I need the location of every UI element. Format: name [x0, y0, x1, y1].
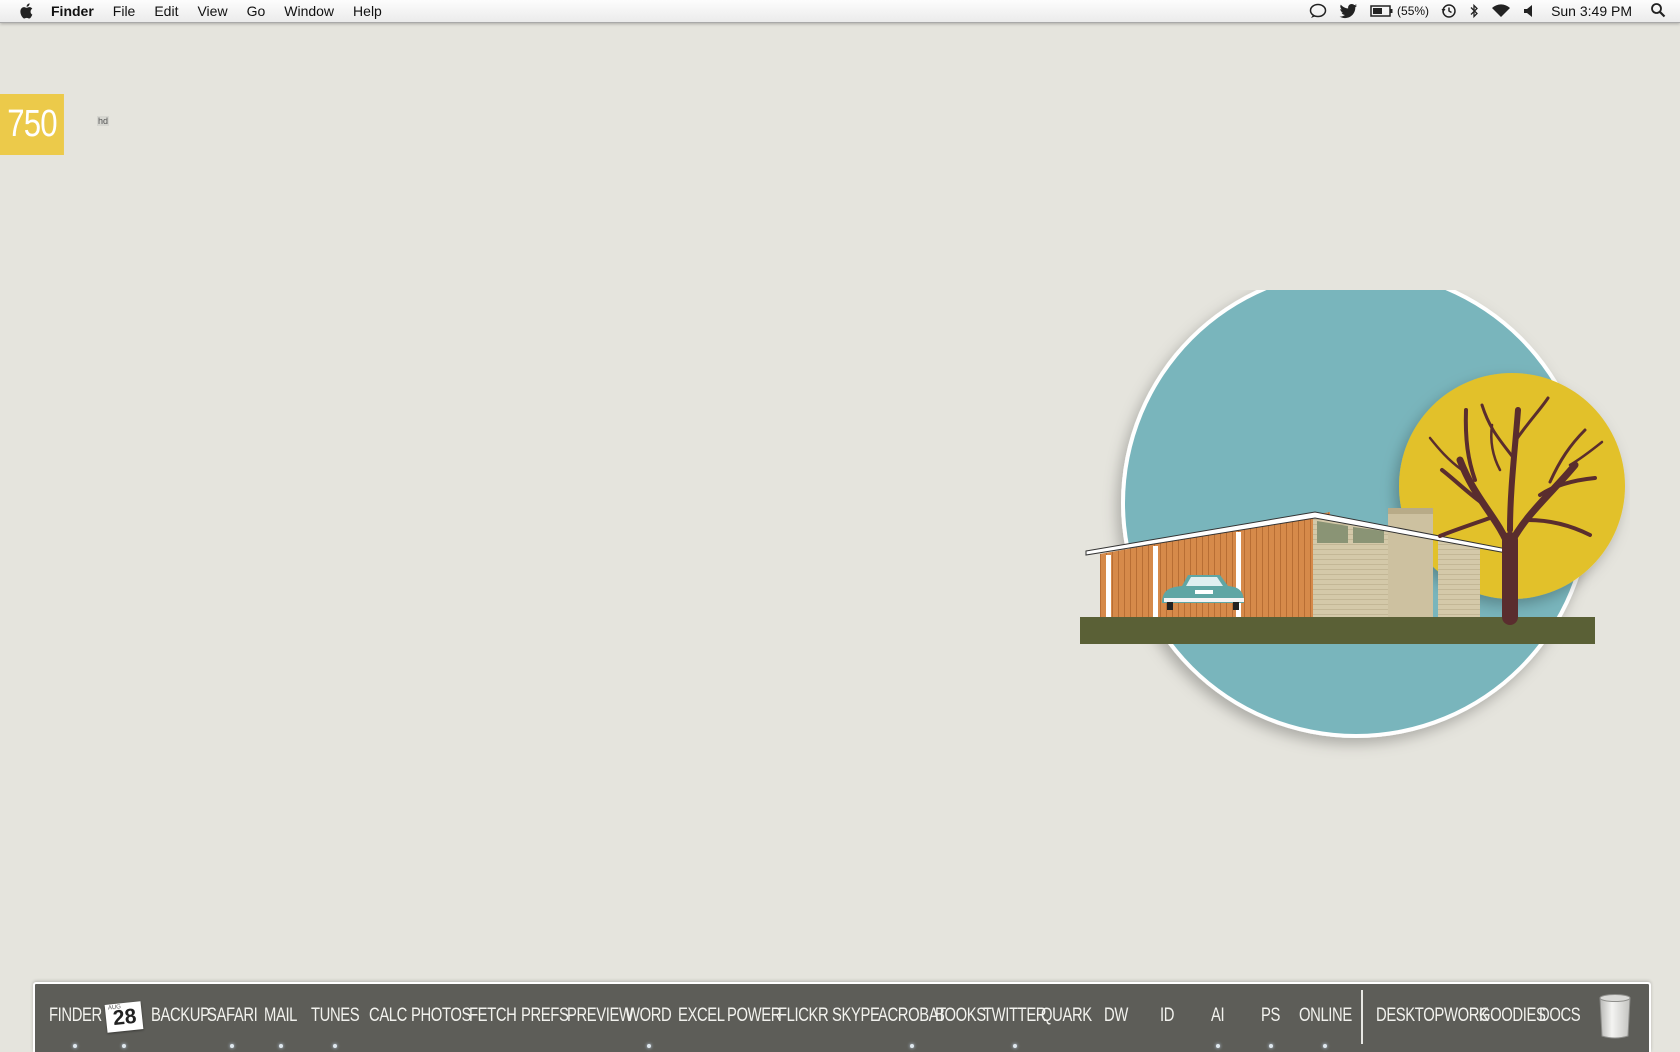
calendar-day: 28: [111, 1004, 138, 1031]
dock-item-dw[interactable]: DW: [1104, 1005, 1128, 1027]
dock-item-prefs[interactable]: PREFS: [521, 1005, 569, 1027]
dock-item-power[interactable]: POWER: [727, 1005, 781, 1027]
dock-item-books[interactable]: BOOKS: [935, 1005, 986, 1027]
menu-bar: Finder File Edit View Go Window Help (55…: [0, 0, 1680, 23]
dock-item-excel[interactable]: EXCEL: [678, 1005, 725, 1027]
bluetooth-icon[interactable]: [1469, 3, 1479, 19]
running-indicator-dot: [646, 1044, 651, 1048]
menu-window[interactable]: Window: [284, 3, 334, 19]
running-indicator-dot: [1012, 1044, 1017, 1048]
dock-separator[interactable]: [1361, 990, 1363, 1044]
dock: FINDER AUG 28 BACKUP SAFARI MAIL TUNES C…: [33, 982, 1651, 1052]
running-indicator-dot: [278, 1044, 283, 1048]
trash-can-icon[interactable]: [1597, 992, 1633, 1040]
dock-item-twitter[interactable]: TWITTER: [983, 1005, 1047, 1027]
dock-item-ps[interactable]: PS: [1261, 1005, 1280, 1027]
dock-item-preview[interactable]: PREVIEW: [567, 1005, 633, 1027]
dock-item-tunes[interactable]: TUNES: [311, 1005, 360, 1027]
menu-go[interactable]: Go: [247, 3, 266, 19]
dock-item-finder[interactable]: FINDER: [49, 1005, 102, 1027]
dock-item-calc[interactable]: CALC: [369, 1005, 407, 1027]
dock-item-flickr[interactable]: FLICKR: [778, 1005, 829, 1027]
apple-menu-icon[interactable]: [17, 1, 37, 21]
volume-icon[interactable]: [1523, 3, 1535, 19]
dock-item-quark[interactable]: QUARK: [1041, 1005, 1092, 1027]
running-indicator-dot: [909, 1044, 914, 1048]
wallpaper-illustration: [1080, 290, 1625, 738]
menu-file[interactable]: File: [113, 3, 136, 19]
running-indicator-dot: [333, 1044, 338, 1048]
dock-item-photos[interactable]: PHOTOS: [411, 1005, 471, 1027]
menu-app-finder[interactable]: Finder: [51, 3, 94, 19]
running-indicator-dot: [230, 1044, 235, 1048]
desktop-widget[interactable]: 750: [0, 94, 64, 155]
twitter-bird-icon[interactable]: [1339, 3, 1358, 19]
running-indicator-dot: [122, 1044, 126, 1048]
battery-icon[interactable]: (55%): [1370, 3, 1429, 19]
dock-stack-desktop[interactable]: DESKTOP: [1376, 1005, 1444, 1027]
running-indicator-dot: [1215, 1044, 1220, 1048]
running-indicator-dot: [73, 1044, 78, 1048]
menu-view[interactable]: View: [197, 3, 227, 19]
dock-item-backup[interactable]: BACKUP: [151, 1005, 210, 1027]
speech-bubble-icon[interactable]: [1309, 3, 1327, 19]
widget-value: 750: [7, 103, 57, 145]
wifi-icon[interactable]: [1491, 3, 1511, 19]
dock-item-fetch[interactable]: FETCH: [469, 1005, 517, 1027]
widget-unit: hd: [97, 116, 110, 126]
dock-item-mail[interactable]: MAIL: [264, 1005, 297, 1027]
dock-item-ai[interactable]: AI: [1211, 1005, 1225, 1027]
dock-item-safari[interactable]: SAFARI: [207, 1005, 258, 1027]
dock-item-online[interactable]: ONLINE: [1299, 1005, 1352, 1027]
dock-stack-goodies[interactable]: GOODIES: [1479, 1005, 1546, 1027]
dock-stack-docs[interactable]: DOCS: [1539, 1005, 1581, 1027]
running-indicator-dot: [1268, 1044, 1273, 1048]
dock-item-word[interactable]: WORD: [626, 1005, 672, 1027]
running-indicator-dot: [1323, 1044, 1328, 1048]
magnifier-icon[interactable]: [1650, 2, 1666, 21]
dock-item-id[interactable]: ID: [1160, 1005, 1174, 1027]
menu-clock[interactable]: Sun 3:49 PM: [1551, 3, 1632, 19]
calendar-icon[interactable]: AUG 28: [104, 1001, 144, 1033]
dock-item-skype[interactable]: SKYPE: [832, 1005, 880, 1027]
menu-help[interactable]: Help: [353, 3, 382, 19]
time-machine-icon[interactable]: [1441, 3, 1457, 19]
menu-edit[interactable]: Edit: [154, 3, 178, 19]
ground: [1080, 617, 1595, 644]
battery-percent: (55%): [1397, 4, 1430, 18]
